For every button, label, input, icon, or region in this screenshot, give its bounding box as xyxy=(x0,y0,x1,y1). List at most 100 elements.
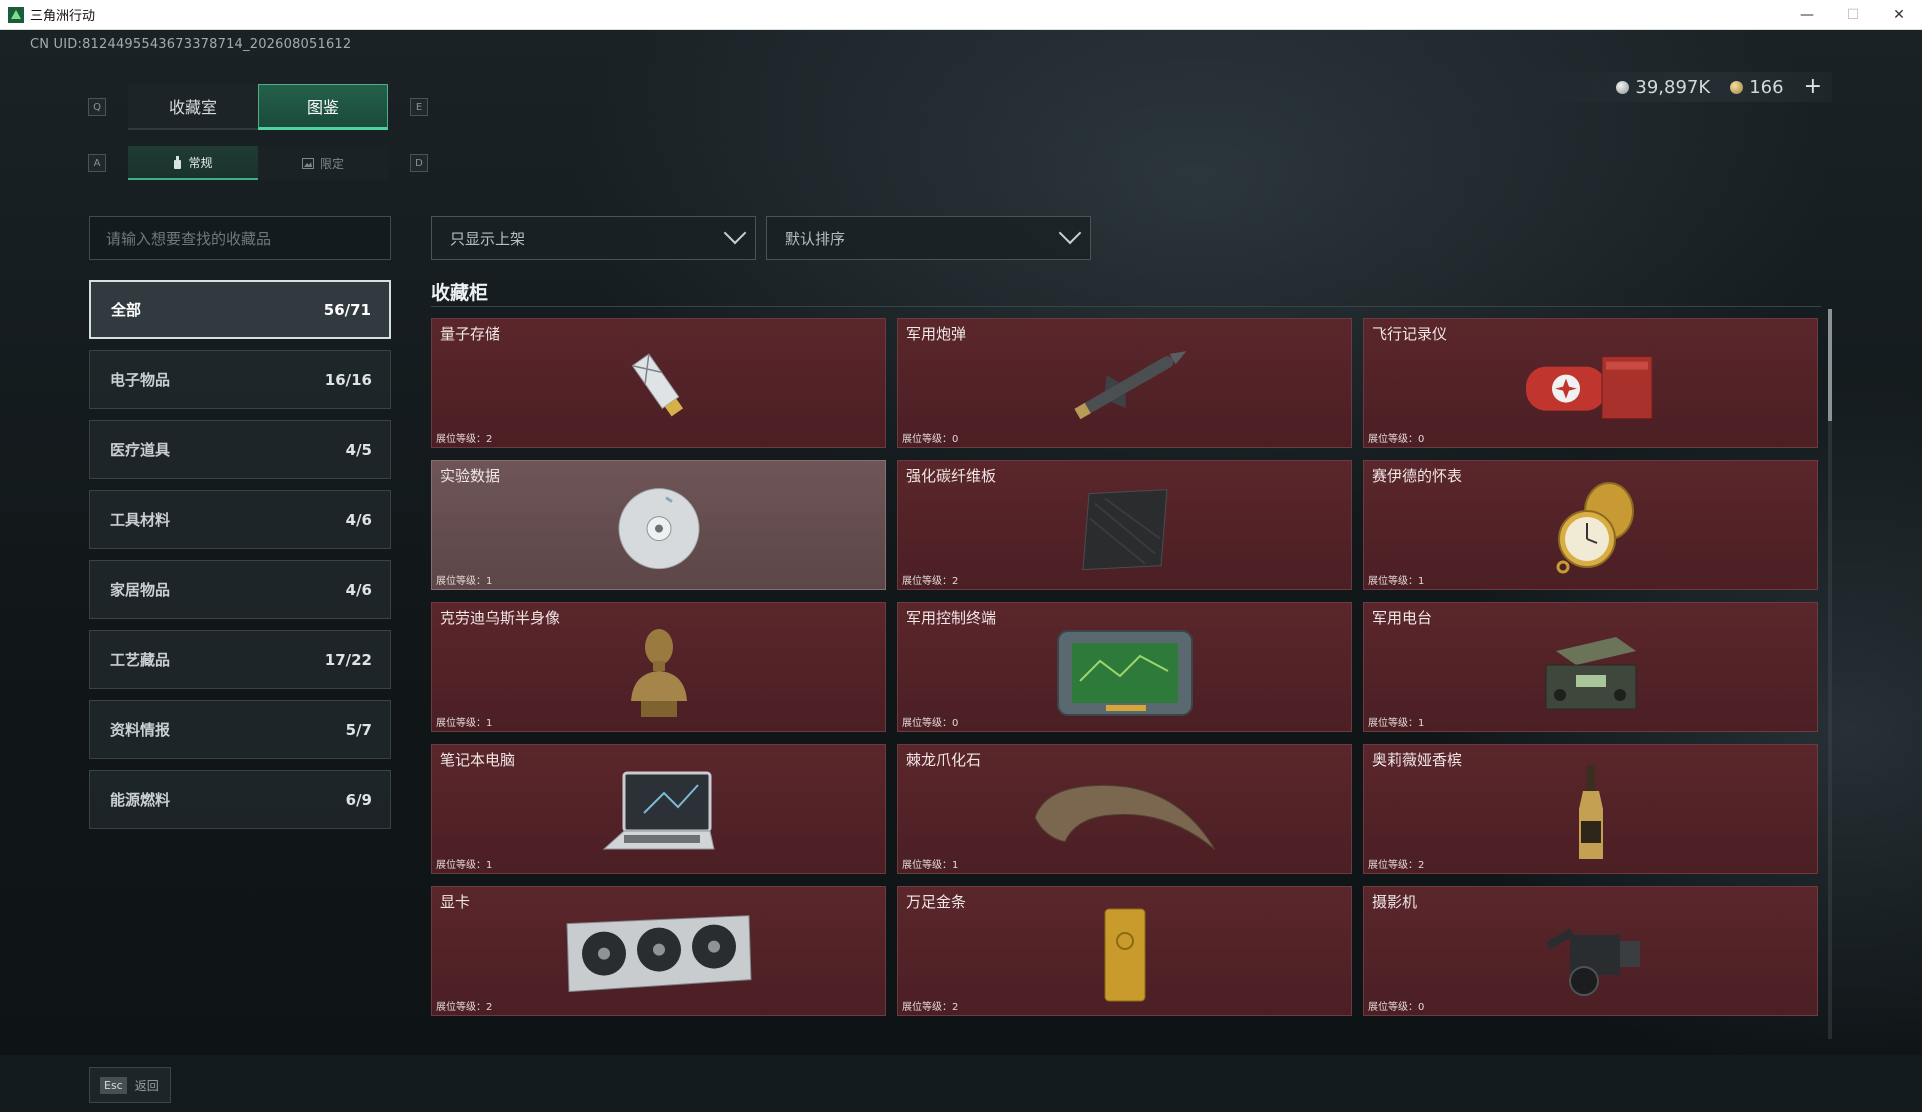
window-titlebar: 三角洲行动 — ☐ ✕ xyxy=(0,0,1922,30)
item-level: 展位等级：1 xyxy=(1368,576,1425,587)
search-placeholder: 请输入想要查找的收藏品 xyxy=(106,229,272,248)
sub-tabs: 常规 限定 xyxy=(128,146,388,180)
category-label: 能源燃料 xyxy=(110,791,171,809)
item-name: 笔记本电脑 xyxy=(440,751,516,769)
key-hint-a: A xyxy=(88,154,106,172)
carbon-fiber-plate-icon xyxy=(1081,489,1168,571)
esc-key-hint: Esc xyxy=(100,1076,127,1094)
category-label: 工艺藏品 xyxy=(110,651,171,669)
item-level: 展位等级：2 xyxy=(1368,860,1425,871)
item-card[interactable]: 强化碳纤维板 展位等级：2 xyxy=(897,460,1352,590)
item-level: 展位等级：1 xyxy=(902,860,959,871)
item-name: 摄影机 xyxy=(1372,893,1418,911)
chevron-down-icon xyxy=(1058,221,1082,245)
item-level: 展位等级：2 xyxy=(436,1002,493,1013)
search-input[interactable]: 请输入想要查找的收藏品 xyxy=(89,216,391,260)
image-icon xyxy=(301,157,314,169)
item-card[interactable]: 军用电台 展位等级：1 xyxy=(1363,602,1818,732)
item-card[interactable]: 克劳迪乌斯半身像 展位等级：1 xyxy=(431,602,886,732)
category-count: 17/22 xyxy=(324,650,372,669)
section-divider xyxy=(431,306,1821,307)
scrollbar-thumb[interactable] xyxy=(1828,309,1832,421)
key-hint-q: Q xyxy=(88,98,106,116)
key-hint-d: D xyxy=(410,154,428,172)
silver-coin-icon xyxy=(1616,80,1630,94)
window-title: 三角洲行动 xyxy=(30,9,96,24)
display-filter-value: 只显示上架 xyxy=(450,229,526,248)
category-label: 全部 xyxy=(111,301,142,319)
category-intel[interactable]: 资料情报 5/7 xyxy=(89,700,391,759)
item-level: 展位等级：1 xyxy=(436,718,493,729)
window-controls: — ☐ ✕ xyxy=(1784,0,1922,30)
back-button[interactable]: Esc 返回 xyxy=(89,1067,171,1103)
close-button[interactable]: ✕ xyxy=(1876,0,1922,30)
minimize-button[interactable]: — xyxy=(1784,0,1830,30)
category-label: 资料情报 xyxy=(110,721,171,739)
category-count: 4/5 xyxy=(345,440,372,459)
item-level: 展位等级：2 xyxy=(902,576,959,587)
category-list: 全部 56/71 电子物品 16/16 医疗道具 4/5 工具材料 4/6 家居… xyxy=(89,280,391,840)
item-card[interactable]: 量子存储 展位等级：2 xyxy=(431,318,886,448)
tab-catalog[interactable]: 图鉴 xyxy=(258,84,388,130)
tab-regular[interactable]: 常规 xyxy=(128,146,258,180)
quantum-storage-icon xyxy=(631,353,683,417)
category-household[interactable]: 家居物品 4/6 xyxy=(89,560,391,619)
item-card[interactable]: 实验数据 展位等级：1 xyxy=(431,460,886,590)
item-card[interactable]: 军用炮弹 展位等级：0 xyxy=(897,318,1352,448)
item-level: 展位等级：0 xyxy=(902,718,959,729)
item-card[interactable]: 显卡 展位等级：2 xyxy=(431,886,886,1016)
item-card[interactable]: 万足金条 展位等级：2 xyxy=(897,886,1352,1016)
category-all[interactable]: 全部 56/71 xyxy=(89,280,391,339)
category-tools[interactable]: 工具材料 4/6 xyxy=(89,490,391,549)
item-name: 军用电台 xyxy=(1372,609,1433,627)
pocket-watch-icon xyxy=(1556,482,1634,574)
gold-currency: 166 xyxy=(1730,77,1784,98)
app-main: CN UID:8124495543673378714_202608051612 … xyxy=(0,30,1922,1112)
tab-limited-label: 限定 xyxy=(319,156,344,171)
item-card[interactable]: 赛伊德的怀表 展位等级：1 xyxy=(1363,460,1818,590)
category-energy[interactable]: 能源燃料 6/9 xyxy=(89,770,391,829)
category-count: 4/6 xyxy=(345,510,372,529)
chevron-down-icon xyxy=(723,221,747,245)
item-name: 棘龙爪化石 xyxy=(906,751,982,769)
category-count: 4/6 xyxy=(345,580,372,599)
item-level: 展位等级：0 xyxy=(1368,1002,1425,1013)
category-count: 6/9 xyxy=(345,790,372,809)
silver-currency: 39,897K xyxy=(1616,77,1710,98)
tab-regular-label: 常规 xyxy=(188,155,213,170)
item-name: 显卡 xyxy=(440,893,471,911)
laptop-icon xyxy=(602,771,715,850)
item-name: 强化碳纤维板 xyxy=(906,467,997,485)
display-filter-dropdown[interactable]: 只显示上架 xyxy=(431,216,756,260)
silver-amount: 39,897K xyxy=(1635,76,1711,98)
item-card[interactable]: 军用控制终端 展位等级：0 xyxy=(897,602,1352,732)
tab-collection-room[interactable]: 收藏室 xyxy=(128,84,258,130)
category-label: 家居物品 xyxy=(110,581,171,599)
tab-limited[interactable]: 限定 xyxy=(258,146,388,180)
user-uid: CN UID:8124495543673378714_202608051612 xyxy=(30,37,352,52)
item-card[interactable]: 奥莉薇娅香槟 展位等级：2 xyxy=(1363,744,1818,874)
footer-bar: Esc 返回 xyxy=(0,1055,1922,1112)
category-crafts[interactable]: 工艺藏品 17/22 xyxy=(89,630,391,689)
items-grid: 量子存储 展位等级：2 军用炮弹 展位等级：0 飞行记录仪 展位等级：0 实验数… xyxy=(431,318,1821,1016)
sort-dropdown[interactable]: 默认排序 xyxy=(766,216,1091,260)
item-name: 万足金条 xyxy=(906,893,967,911)
item-card[interactable]: 笔记本电脑 展位等级：1 xyxy=(431,744,886,874)
claw-fossil-icon xyxy=(1033,784,1215,850)
item-name: 实验数据 xyxy=(440,467,501,485)
gold-coin-icon xyxy=(1730,80,1744,94)
item-card[interactable]: 棘龙爪化石 展位等级：1 xyxy=(897,744,1352,874)
category-electronics[interactable]: 电子物品 16/16 xyxy=(89,350,391,409)
items-scrollbar[interactable] xyxy=(1828,309,1832,1039)
item-level: 展位等级：1 xyxy=(436,576,493,587)
bust-statue-icon xyxy=(630,629,687,717)
item-card[interactable]: 飞行记录仪 展位等级：0 xyxy=(1363,318,1818,448)
disc-icon xyxy=(618,488,699,570)
item-card[interactable]: 摄影机 展位等级：0 xyxy=(1363,886,1818,1016)
item-level: 展位等级：0 xyxy=(1368,434,1425,445)
flight-recorder-icon xyxy=(1525,356,1652,420)
add-currency-button[interactable]: + xyxy=(1804,76,1822,98)
bottle-icon xyxy=(174,155,182,169)
category-medical[interactable]: 医疗道具 4/5 xyxy=(89,420,391,479)
maximize-button[interactable]: ☐ xyxy=(1830,0,1876,30)
